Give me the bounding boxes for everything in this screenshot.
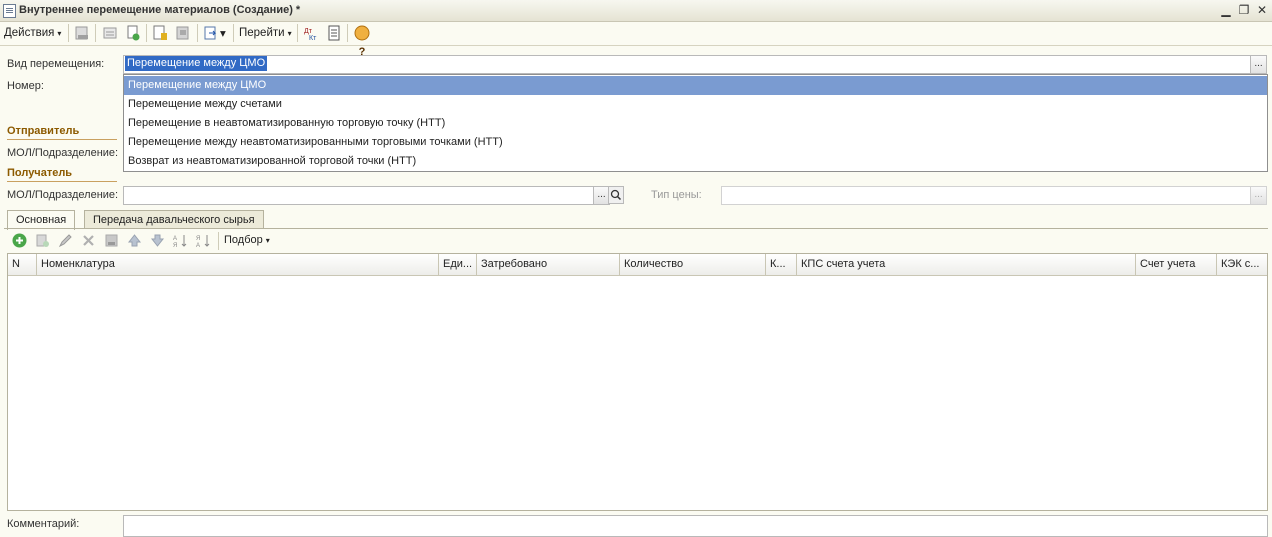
column-header-nomenclature[interactable]: Номенклатура	[37, 254, 439, 275]
post-document-icon[interactable]	[74, 25, 90, 41]
dropdown-option[interactable]: Возврат из неавтоматизированной торговой…	[124, 152, 1267, 171]
svg-text:Дт: Дт	[304, 28, 313, 35]
toolbar-separator	[347, 24, 348, 42]
actions-menu[interactable]: Действия ▾	[4, 27, 61, 39]
goto-label: Перейти	[239, 27, 285, 39]
transfer-type-dropdown[interactable]: Перемещение между ЦМО Перемещение между …	[123, 74, 1268, 172]
transfer-type-field[interactable]	[123, 55, 1252, 74]
sort-descending-icon[interactable]: ЯА	[196, 233, 211, 248]
chevron-down-icon: ▾	[287, 29, 292, 38]
sender-section-title: Отправитель	[7, 125, 80, 137]
window-title: Внутреннее перемещение материалов (Созда…	[19, 4, 301, 16]
select-button[interactable]: ...	[1250, 186, 1267, 205]
structure-icon[interactable]	[102, 25, 118, 41]
pick-menu[interactable]: Подбор ▾	[224, 234, 270, 246]
svg-text:Кт: Кт	[309, 35, 317, 41]
toolbar-separator	[297, 24, 298, 42]
minimize-button[interactable]: ▁	[1218, 2, 1234, 18]
svg-text:А: А	[173, 236, 177, 242]
title-bar: Внутреннее перемещение материалов (Созда…	[0, 0, 1272, 22]
move-down-icon[interactable]	[150, 233, 165, 248]
receiver-section-title: Получатель	[7, 167, 73, 179]
add-row-icon[interactable]	[12, 233, 27, 248]
comment-field[interactable]	[123, 515, 1268, 537]
tab-underline	[4, 228, 1268, 229]
transfer-type-value: Перемещение между ЦМО	[125, 56, 268, 71]
toolbar-separator	[68, 24, 69, 42]
debit-credit-icon[interactable]: ДтКт	[303, 25, 319, 41]
price-type-label: Тип цены:	[651, 189, 702, 201]
section-divider	[7, 181, 117, 182]
column-header-account[interactable]: Счет учета	[1136, 254, 1217, 275]
goto-menu[interactable]: Перейти ▾	[239, 27, 292, 39]
header-divider	[8, 275, 1267, 276]
main-toolbar: Действия ▾ ▾ Перейти ▾ Дт Кт ?	[0, 21, 1272, 58]
column-header-kps-account[interactable]: КПС счета учета	[797, 254, 1136, 275]
items-table[interactable]: N Номенклатура Еди... Затребовано Количе…	[7, 253, 1268, 511]
search-icon[interactable]	[608, 186, 624, 204]
dropdown-option[interactable]: Перемещение между счетами	[124, 95, 1267, 114]
move-up-icon[interactable]	[127, 233, 142, 248]
enter-based-on-icon[interactable]	[203, 25, 219, 41]
document-icon	[3, 4, 16, 18]
number-label: Номер:	[7, 80, 44, 92]
chevron-down-icon: ▾	[265, 236, 270, 245]
svg-text:А: А	[196, 243, 200, 248]
comment-label: Комментарий:	[7, 518, 80, 530]
toolbar-separator	[146, 24, 147, 42]
toolbar-separator	[197, 24, 198, 42]
svg-text:Я: Я	[196, 236, 200, 242]
column-header-unit[interactable]: Еди...	[439, 254, 477, 275]
price-type-field[interactable]	[721, 186, 1252, 205]
document-report-icon[interactable]	[152, 25, 168, 41]
copy-document-icon[interactable]	[125, 25, 141, 41]
delete-icon[interactable]	[81, 233, 96, 248]
actions-label: Действия	[4, 27, 55, 39]
receiver-mol-label: МОЛ/Подразделение:	[7, 189, 119, 201]
transfer-type-label: Вид перемещения:	[7, 58, 105, 70]
column-header-quantity[interactable]: Количество	[620, 254, 766, 275]
column-header-k[interactable]: К...	[766, 254, 797, 275]
pick-label: Подбор	[224, 234, 263, 246]
tab-raw-materials-transfer[interactable]: Передача давальческого сырья	[84, 210, 264, 229]
column-header-n[interactable]: N	[8, 254, 37, 275]
toolbar-separator	[95, 24, 96, 42]
print-icon[interactable]	[175, 25, 191, 41]
end-edit-icon[interactable]	[104, 233, 119, 248]
sort-ascending-icon[interactable]: АЯ	[173, 233, 188, 248]
restore-button[interactable]: ❐	[1236, 2, 1252, 18]
edit-icon[interactable]	[58, 233, 73, 248]
svg-text:Я: Я	[173, 243, 177, 248]
dropdown-option[interactable]: Перемещение в неавтоматизированную торго…	[124, 114, 1267, 133]
dropdown-option[interactable]: Перемещение между неавтоматизированными …	[124, 133, 1267, 152]
dropdown-option[interactable]: Перемещение между ЦМО	[124, 76, 1267, 95]
tab-main[interactable]: Основная	[7, 210, 76, 230]
toolbar-separator	[233, 24, 234, 42]
section-divider	[7, 139, 117, 140]
close-button[interactable]: ✕	[1254, 2, 1270, 18]
sender-mol-label: МОЛ/Подразделение:	[7, 147, 119, 159]
chevron-down-icon: ▾	[57, 29, 62, 38]
select-button[interactable]: ...	[1250, 55, 1267, 74]
copy-row-icon[interactable]	[35, 233, 50, 248]
column-header-kek[interactable]: КЭК с...	[1217, 254, 1267, 275]
column-header-requested[interactable]: Затребовано	[477, 254, 620, 275]
document-log-icon[interactable]	[326, 25, 342, 41]
toolbar-separator	[218, 232, 219, 250]
chevron-down-icon[interactable]: ▾	[220, 26, 226, 40]
help-icon[interactable]	[354, 25, 370, 41]
receiver-mol-field[interactable]	[123, 186, 595, 205]
